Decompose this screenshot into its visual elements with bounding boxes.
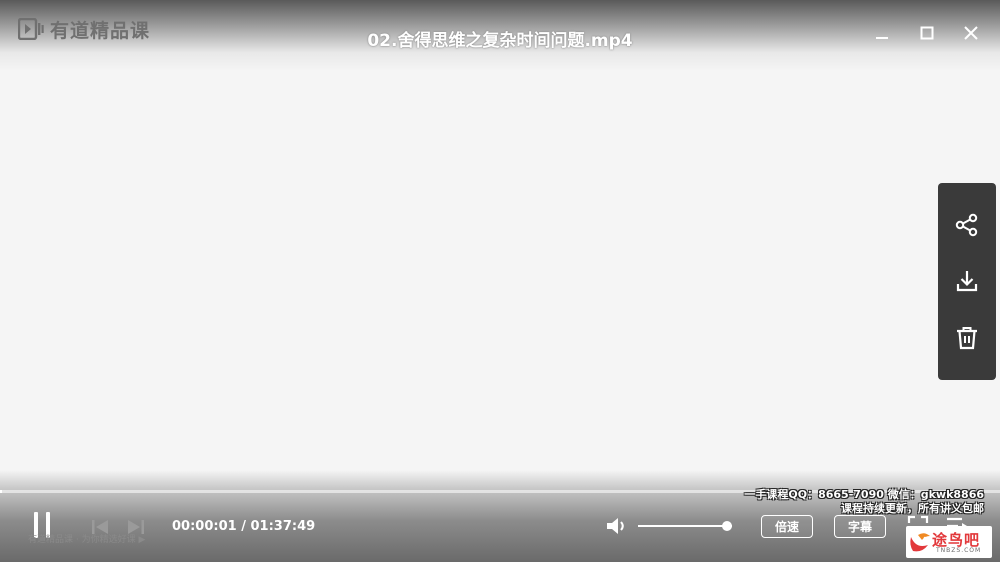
download-button[interactable] [950,264,984,298]
side-action-panel [938,183,996,380]
title-bar: 有道精品课 02.舍得思维之复杂时间问题.mp4 [0,0,1000,70]
share-icon [955,213,978,237]
watermark-text: 一手课程QQ：8665-7090 微信：gkwk8866 课程持续更新，所有讲义… [744,488,984,516]
time-separator: / [241,519,246,534]
volume-slider[interactable] [638,525,732,527]
speed-button[interactable]: 倍速 [761,515,813,538]
volume-icon[interactable] [605,515,629,537]
watermark-line-2: 课程持续更新，所有讲义包邮 [841,502,984,515]
current-time: 00:00:01 [172,519,237,534]
minimize-button[interactable] [869,20,895,46]
brand-logo: 有道精品课 [18,16,150,42]
progress-fill [0,490,2,493]
download-icon [956,271,978,292]
time-display: 00:00:01 / 01:37:49 [172,519,315,534]
share-button[interactable] [950,208,984,242]
site-logo: 途鸟吧 TNBZS.COM [906,526,992,558]
delete-button[interactable] [950,321,984,355]
video-frame[interactable] [0,70,1000,480]
volume-knob[interactable] [722,521,732,531]
trash-icon [957,326,977,349]
maximize-icon [920,26,934,40]
faint-caption: 有道精品课 · 为你精选好课 ▶ [28,535,146,545]
video-title: 02.舍得思维之复杂时间问题.mp4 [367,31,633,51]
play-logo-icon [18,18,44,40]
brand-name: 有道精品课 [50,19,151,42]
site-logo-domain: TNBZS.COM [936,547,982,554]
subtitle-button[interactable]: 字幕 [834,515,886,538]
close-icon [964,26,978,40]
watermark-line-1: 一手课程QQ：8665-7090 微信：gkwk8866 [744,488,984,501]
close-button[interactable] [958,20,984,46]
maximize-button[interactable] [914,20,940,46]
bird-logo-icon [910,533,930,552]
duration: 01:37:49 [250,519,316,534]
minimize-icon [876,37,888,39]
